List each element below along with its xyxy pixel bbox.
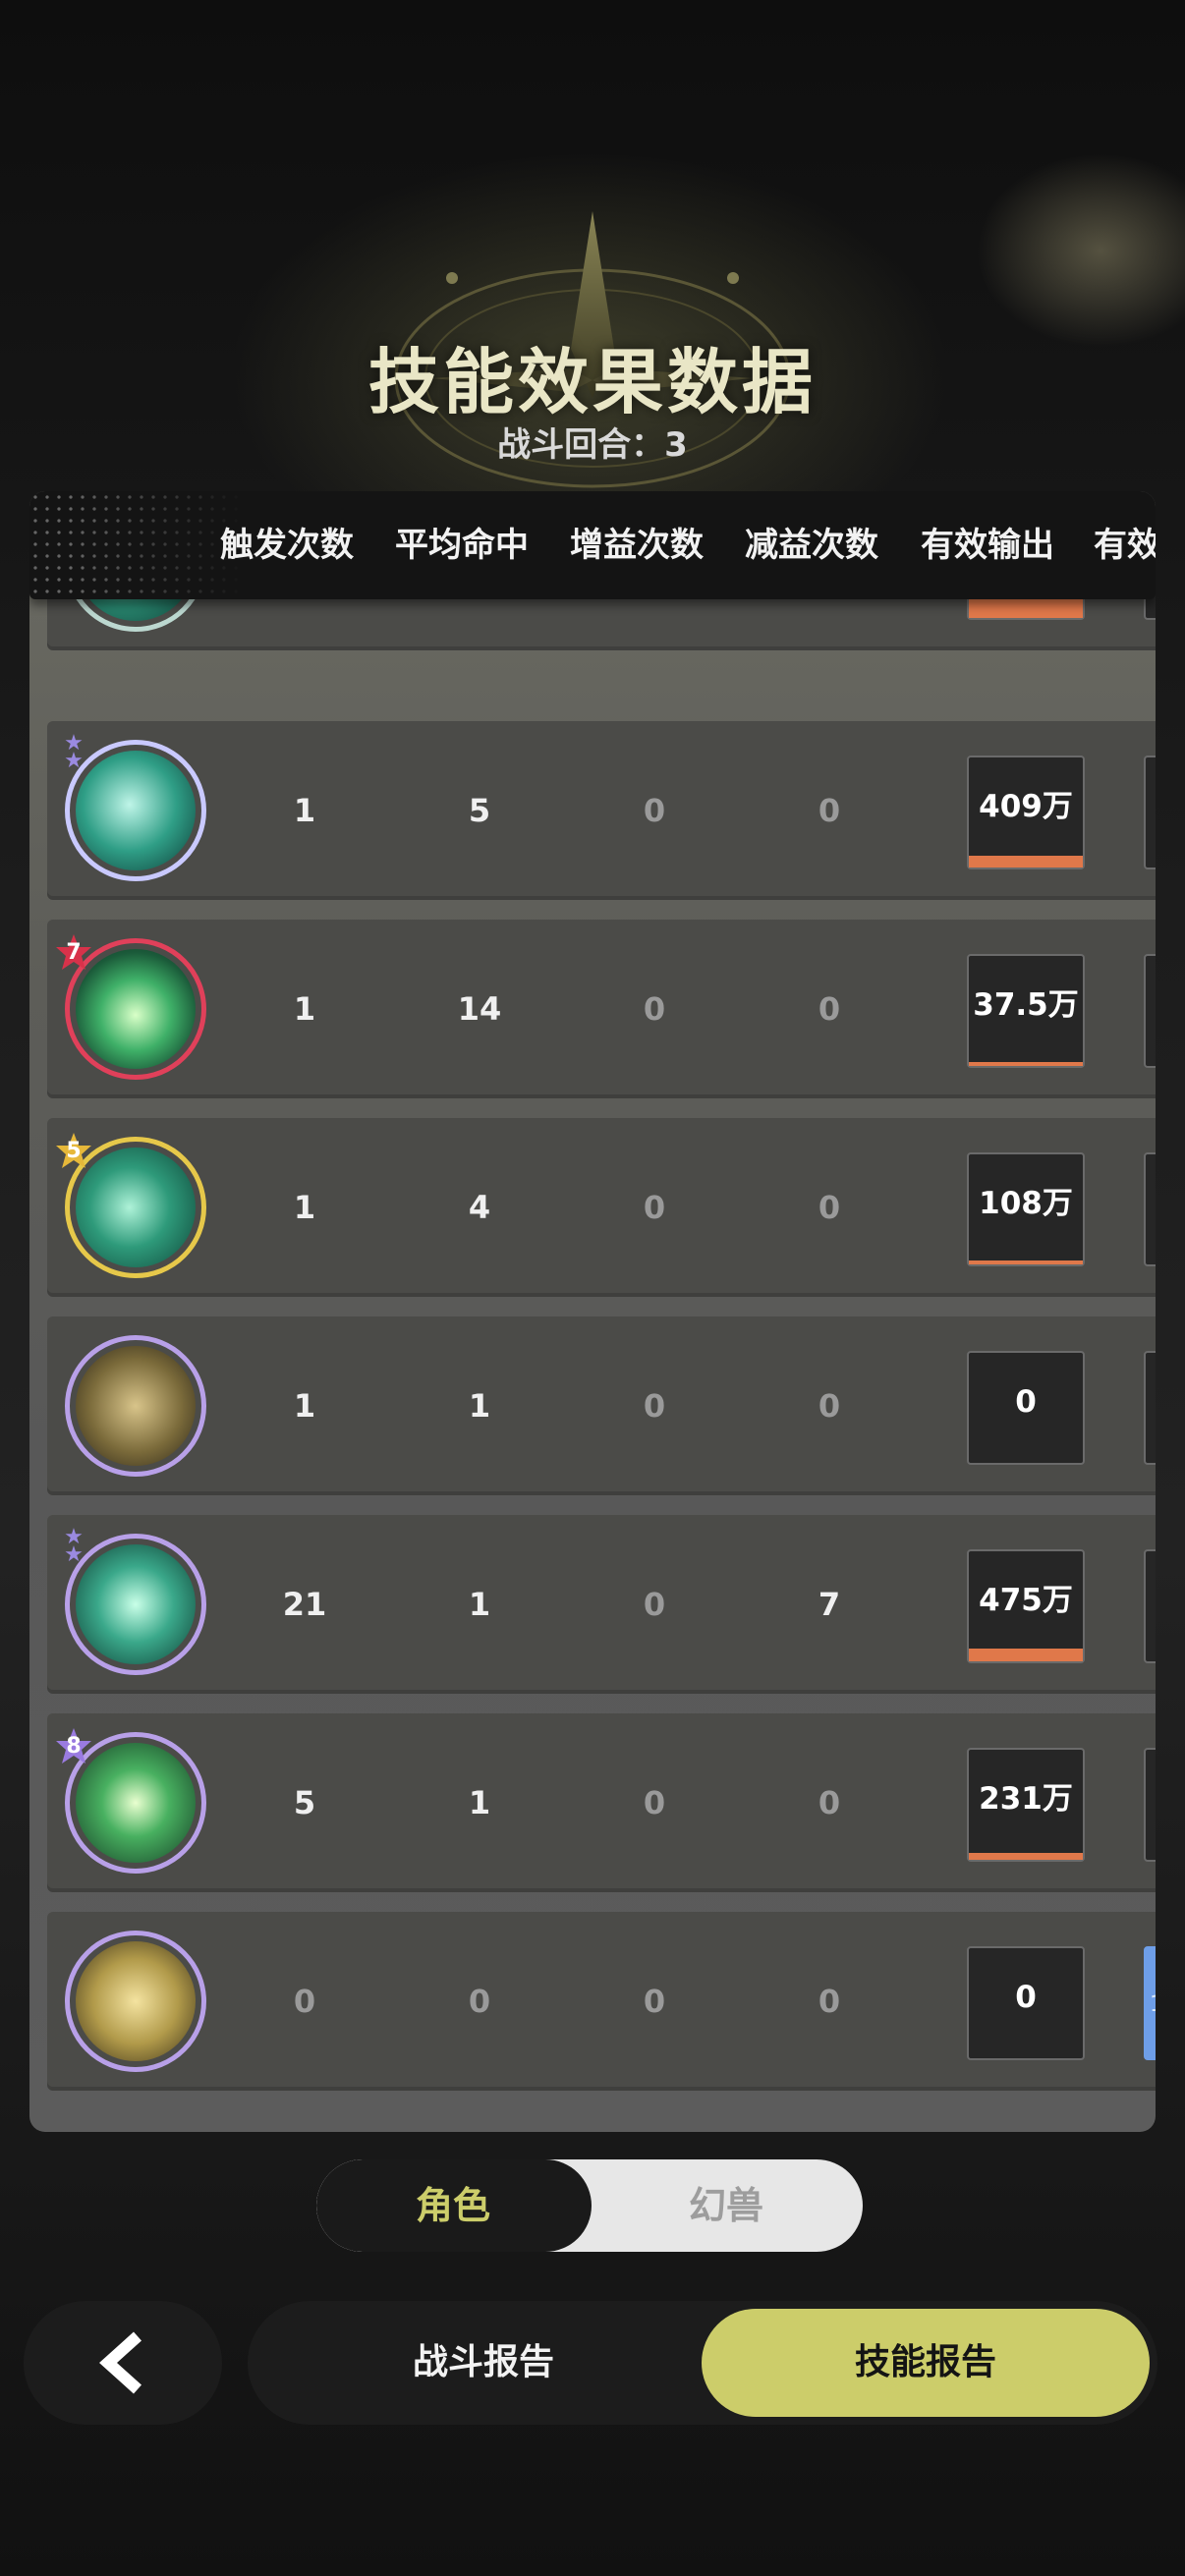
cell-avg-hit: 14 (457, 990, 502, 1028)
cell-trigger-count: 1 (293, 1189, 316, 1226)
effective-output-box: 37.5万 (967, 954, 1085, 1068)
star-level-badge: 8 (55, 1727, 92, 1764)
cell-buff-count: 0 (643, 1189, 666, 1226)
table-header: 触发次数 平均命中 增益次数 减益次数 有效输出 有效 (29, 491, 1156, 599)
effective-output-box: 108万 (967, 1152, 1085, 1266)
cell-debuff-count: 0 (818, 792, 841, 829)
shield-crest-skill-icon[interactable] (65, 1931, 206, 2072)
output-progress-bar (969, 1062, 1083, 1066)
col-avg-hit: 平均命中 (395, 526, 529, 565)
effective-output-value: 37.5万 (973, 987, 1079, 1023)
effective-output-value: 108万 (979, 1186, 1073, 1221)
tab-skill-report[interactable]: 技能报告 (702, 2309, 1150, 2417)
skill-icon-art (76, 1941, 196, 2061)
table-row[interactable]: 8 5 1 0 0 231万 (47, 1713, 1156, 1892)
next-column-box (1144, 954, 1156, 1068)
skill-icon-art (76, 1544, 196, 1664)
cell-trigger-count: 21 (282, 1586, 327, 1623)
col-buff-count: 增益次数 (570, 526, 704, 565)
star-level-badge: 7 (55, 933, 92, 971)
cell-buff-count: 0 (643, 1586, 666, 1623)
cell-debuff-count: 0 (818, 990, 841, 1028)
skill-stats-panel[interactable]: 3202778万★★1500409万71140037.5万51400108万11… (29, 491, 1156, 2132)
effective-output-value: 409万 (979, 789, 1073, 824)
table-row[interactable]: ★ ★ 1 5 0 0 409万 (47, 721, 1156, 900)
table-row[interactable]: 7 1 14 0 0 37.5万 (47, 920, 1156, 1098)
output-progress-bar (969, 1853, 1083, 1860)
battle-round-label: 战斗回合：3 (497, 425, 688, 465)
effective-output-box: 409万 (967, 756, 1085, 869)
skill-icon-art (76, 1346, 196, 1466)
cell-trigger-count: 0 (293, 1983, 316, 2020)
table-row[interactable]: 1 1 0 0 0 (47, 1316, 1156, 1495)
cell-trigger-count: 1 (293, 792, 316, 829)
effective-output-value: 475万 (979, 1583, 1073, 1618)
effective-output-box: 0 (967, 1946, 1085, 2060)
table-row[interactable]: ★ ★ 21 1 0 7 475万 (47, 1515, 1156, 1694)
cell-buff-count: 0 (643, 990, 666, 1028)
output-progress-bar (969, 596, 1083, 618)
table-row[interactable]: 0 0 0 0 0 13 (47, 1912, 1156, 2091)
double-star-badge: ★ ★ (64, 731, 84, 773)
skill-icon-art (76, 751, 196, 870)
cell-avg-hit: 1 (468, 1387, 491, 1425)
next-column-box (1144, 1549, 1156, 1663)
skill-rows[interactable]: 3202778万★★1500409万71140037.5万51400108万11… (29, 491, 1156, 2132)
cell-debuff-count: 0 (818, 1983, 841, 2020)
effective-output-box: 0 (967, 1351, 1085, 1465)
cell-debuff-count: 0 (818, 1784, 841, 1821)
output-progress-bar (969, 1260, 1083, 1264)
next-column-box (1144, 756, 1156, 869)
cell-debuff-count: 7 (818, 1586, 841, 1623)
chevron-left-icon (99, 2331, 142, 2394)
role-beast-toggle[interactable]: 角色 幻兽 (316, 2159, 863, 2252)
back-button[interactable] (24, 2301, 222, 2425)
tab-battle-report[interactable]: 战斗报告 (248, 2301, 719, 2425)
report-tab-bar[interactable]: 战斗报告 技能报告 (248, 2301, 1157, 2425)
col-trigger-count: 触发次数 (220, 526, 354, 565)
toggle-beast[interactable]: 幻兽 (590, 2159, 863, 2252)
cell-trigger-count: 1 (293, 990, 316, 1028)
effective-output-value: 0 (1015, 1384, 1037, 1420)
next-column-box (1144, 1351, 1156, 1465)
next-column-box (1144, 1748, 1156, 1862)
table-row[interactable]: 5 1 4 0 0 108万 (47, 1118, 1156, 1297)
cell-avg-hit: 0 (468, 1983, 491, 2020)
effective-output-value: 231万 (979, 1781, 1073, 1817)
cell-trigger-count: 5 (293, 1784, 316, 1821)
page-title: 技能效果数据 (367, 341, 817, 423)
skill-icon-art (76, 1148, 196, 1267)
skill-icon-art (76, 949, 196, 1069)
next-column-box: 13 (1144, 1946, 1156, 2060)
next-column-value: 13 (1146, 1992, 1156, 2017)
cell-buff-count: 0 (643, 1387, 666, 1425)
cell-avg-hit: 5 (468, 792, 491, 829)
output-progress-bar (969, 856, 1083, 868)
col-effective-next: 有效 (1094, 526, 1156, 565)
toggle-role[interactable]: 角色 (316, 2159, 590, 2252)
cell-avg-hit: 4 (468, 1189, 491, 1226)
effective-output-box: 475万 (967, 1549, 1085, 1663)
double-star-badge: ★ ★ (64, 1525, 84, 1567)
cell-buff-count: 0 (643, 1784, 666, 1821)
col-effective-output: 有效输出 (921, 526, 1054, 565)
cell-buff-count: 0 (643, 792, 666, 829)
next-column-box (1144, 1152, 1156, 1266)
output-progress-bar (969, 1649, 1083, 1661)
cell-debuff-count: 0 (818, 1387, 841, 1425)
cell-avg-hit: 1 (468, 1586, 491, 1623)
effective-output-box: 231万 (967, 1748, 1085, 1862)
cell-avg-hit: 1 (468, 1784, 491, 1821)
cell-trigger-count: 1 (293, 1387, 316, 1425)
star-level-badge: 5 (55, 1132, 92, 1169)
col-debuff-count: 减益次数 (745, 526, 878, 565)
cell-debuff-count: 0 (818, 1189, 841, 1226)
cell-buff-count: 0 (643, 1983, 666, 2020)
beast-portrait-skill-icon[interactable] (65, 1335, 206, 1477)
effective-output-value: 0 (1015, 1980, 1037, 2015)
skill-icon-art (76, 1743, 196, 1863)
